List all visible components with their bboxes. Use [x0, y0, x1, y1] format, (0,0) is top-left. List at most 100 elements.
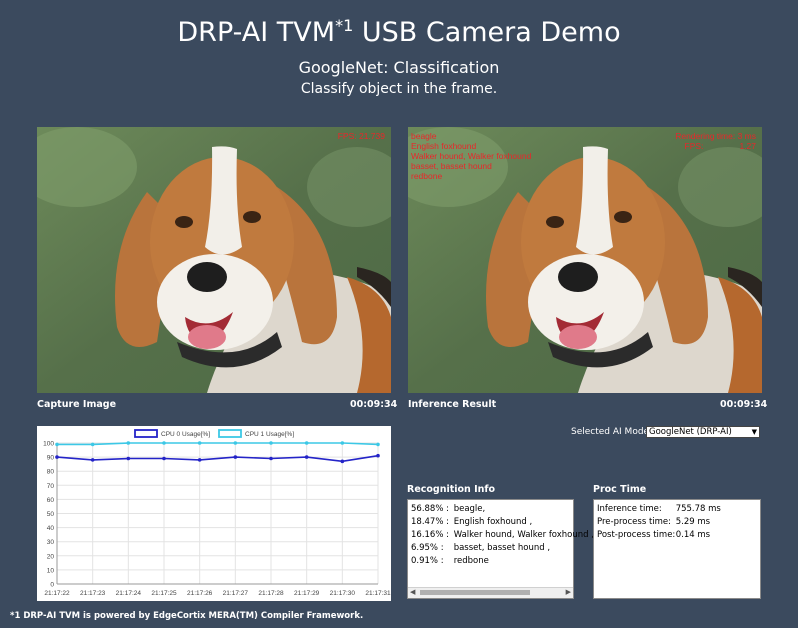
- x-tick-label: 21:17:22: [44, 590, 70, 597]
- proc-time-title: Proc Time: [593, 484, 647, 495]
- data-point-cpu0: [376, 453, 380, 458]
- chevron-down-icon: ▼: [751, 428, 757, 436]
- data-point-cpu0: [340, 459, 345, 464]
- scrollbar-thumb[interactable]: [420, 590, 530, 595]
- proc-value: 755.78 ms: [675, 504, 721, 514]
- data-point-cpu1: [90, 442, 95, 447]
- proc-key: Inference time:: [597, 504, 662, 514]
- list-item: 18.47% : English foxhound ,: [411, 516, 532, 529]
- model-subtitle: GoogleNet: Classification: [298, 58, 500, 77]
- recognition-pct: 6.95% :: [411, 543, 444, 553]
- render-time-overlay: Rendering time: 3 ms: [675, 131, 756, 141]
- data-point-cpu0: [233, 455, 238, 459]
- recognition-name: basset, basset hound ,: [453, 543, 551, 553]
- data-point-cpu0: [90, 458, 95, 462]
- overlay-label: beagle: [411, 131, 437, 141]
- x-tick-label: 21:17:28: [258, 590, 284, 597]
- cpu-usage-chart: 0 10 20 30 40 50 60 70 80 90 100 21:17:22 21:17:23 21…: [37, 426, 391, 601]
- data-point-cpu1: [162, 441, 166, 445]
- legend-swatch: [218, 429, 242, 438]
- data-point-cpu1: [126, 441, 131, 445]
- proc-time-box[interactable]: Inference time: 755.78 ms Pre-process ti…: [593, 499, 761, 599]
- data-point-cpu0: [269, 456, 273, 461]
- series-line-cpu1: [57, 442, 379, 446]
- horizontal-scrollbar[interactable]: ◀ ▶: [408, 587, 573, 598]
- camera-frame-capture: [37, 127, 391, 393]
- overlay-label: English foxhound: [411, 141, 477, 151]
- recognition-name: beagle,: [453, 504, 486, 514]
- footnote: *1 DRP-AI TVM is powered by EdgeCortix M…: [10, 611, 364, 621]
- data-point-cpu0: [304, 455, 309, 459]
- data-point-cpu0: [126, 456, 131, 461]
- inference-image: beagle English foxhound Walker hound, Wa…: [408, 127, 762, 393]
- legend-swatch: [134, 429, 158, 438]
- list-item: 16.16% : Walker hound, Walker foxhound ,: [411, 529, 594, 542]
- y-tick-label: 0: [50, 582, 54, 589]
- overlay-label: basset, basset hound: [411, 161, 492, 171]
- scroll-left-icon[interactable]: ◀: [410, 588, 415, 596]
- model-select-value: GoogleNet (DRP-AI): [649, 427, 732, 437]
- y-tick-label: 40: [47, 525, 55, 532]
- y-tick-label: 90: [47, 455, 55, 462]
- model-select-label: Selected AI Model: [571, 427, 652, 437]
- series-line-cpu0: [56, 454, 379, 463]
- inference-labels-overlay: beagle English foxhound Walker hound, Wa…: [411, 131, 531, 181]
- data-point-cpu1: [233, 441, 238, 445]
- recognition-info-box[interactable]: 56.88% : beagle, 18.47% : English foxhou…: [407, 499, 594, 599]
- data-point-cpu1: [340, 441, 345, 445]
- legend-label: CPU 0 Usage[%]: [161, 431, 210, 438]
- list-item: 6.95% : basset, basset hound ,: [411, 542, 550, 555]
- proc-key: Pre-process time:: [597, 517, 672, 527]
- inference-fps-overlay: FPS: 1.27: [675, 141, 756, 151]
- title-main: DRP-AI TVM: [177, 17, 336, 48]
- data-point-cpu1: [55, 442, 59, 447]
- page-title: DRP-AI TVM*1 USB Camera Demo: [0, 16, 798, 48]
- data-point-cpu1: [197, 441, 202, 445]
- overlay-label: redbone: [411, 171, 443, 181]
- model-select-dropdown[interactable]: GoogleNet (DRP-AI) ▼: [646, 426, 760, 438]
- recognition-pct: 56.88% :: [411, 504, 449, 514]
- recognition-name: redbone: [453, 556, 489, 566]
- x-tick-label: 21:17:27: [223, 590, 249, 597]
- list-item: Inference time: 755.78 ms: [597, 503, 721, 516]
- list-item: 56.88% : beagle,: [411, 503, 485, 516]
- page-description: Classify object in the frame.: [300, 81, 498, 97]
- overlay-label: Walker hound, Walker foxhound: [411, 151, 532, 161]
- capture-timestamp: 00:09:34: [350, 399, 398, 410]
- x-tick-label: 21:17:24: [116, 590, 142, 597]
- scroll-right-icon[interactable]: ▶: [566, 588, 571, 596]
- data-point-cpu0: [162, 456, 166, 461]
- list-item: Post-process time: 0.14 ms: [597, 529, 710, 542]
- recognition-name: English foxhound ,: [453, 517, 533, 527]
- y-tick-label: 80: [47, 469, 55, 476]
- x-tick-label: 21:17:25: [151, 590, 177, 597]
- recognition-pct: 0.91% :: [411, 556, 444, 566]
- recognition-name: Walker hound, Walker foxhound ,: [453, 530, 594, 540]
- recognition-info-title: Recognition Info: [407, 484, 496, 495]
- proc-value: 0.14 ms: [675, 530, 711, 540]
- proc-key: Post-process time:: [597, 530, 676, 540]
- y-tick-label: 100: [43, 441, 54, 448]
- proc-value: 5.29 ms: [675, 517, 711, 527]
- x-tick-label: 21:17:30: [330, 590, 356, 597]
- y-tick-label: 70: [47, 483, 55, 490]
- y-tick-label: 50: [47, 511, 55, 518]
- y-tick-label: 30: [47, 539, 55, 546]
- y-tick-label: 20: [47, 553, 55, 560]
- data-point-cpu1: [304, 441, 309, 445]
- recognition-pct: 16.16% :: [411, 530, 449, 540]
- data-point-cpu1: [376, 442, 380, 447]
- x-tick-label: 21:17:23: [80, 590, 106, 597]
- y-tick-label: 60: [47, 497, 55, 504]
- inference-timestamp: 00:09:34: [720, 399, 768, 410]
- capture-image: FPS: 21.739: [37, 127, 391, 393]
- inference-stats-overlay: Rendering time: 3 ms FPS: 1.27: [675, 131, 756, 151]
- inference-caption: Inference Result: [408, 399, 497, 410]
- legend-label: CPU 1 Usage[%]: [245, 431, 294, 438]
- fps-key: FPS:: [684, 141, 704, 151]
- capture-fps-overlay: FPS: 21.739: [337, 131, 385, 141]
- title-rest: USB Camera Demo: [353, 17, 621, 48]
- capture-caption: Capture Image: [37, 399, 117, 410]
- y-tick-label: 10: [47, 567, 55, 574]
- fps-value: 1.27: [739, 141, 756, 151]
